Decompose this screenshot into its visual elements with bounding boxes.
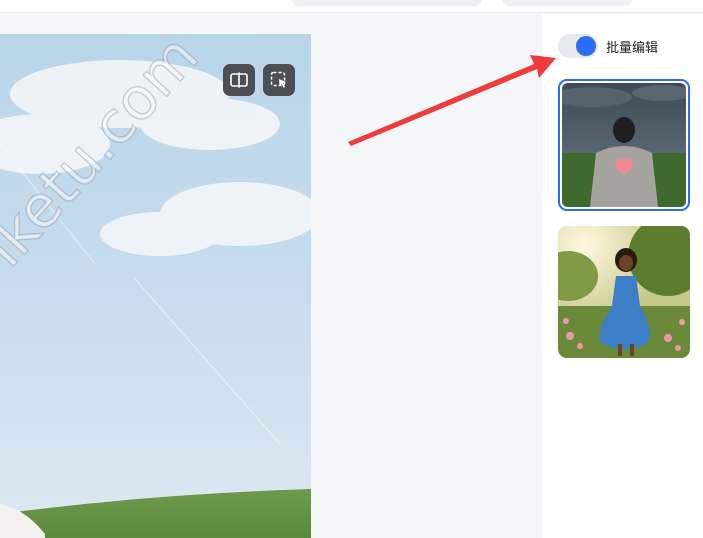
split-compare-icon (230, 72, 248, 88)
canvas-area: iketu.com (0, 14, 542, 538)
thumbnail-image-back-view (562, 83, 686, 207)
top-tab[interactable] (292, 0, 482, 6)
top-bar (0, 0, 703, 13)
thumbnail-image-woman-field (558, 226, 690, 358)
batch-edit-label: 批量编辑 (606, 40, 659, 56)
top-tab[interactable] (502, 0, 632, 6)
main-image: iketu.com (0, 34, 311, 538)
toggle-knob (576, 36, 596, 56)
batch-edit-toggle[interactable] (558, 34, 598, 58)
select-button[interactable] (263, 64, 295, 96)
cursor-select-icon (270, 71, 286, 88)
thumbnail[interactable] (558, 226, 690, 358)
thumbnail-selected[interactable] (558, 79, 690, 211)
batch-edit-row: 批量编辑 (558, 34, 658, 58)
sidebar: 批量编辑 (542, 14, 703, 538)
compare-button[interactable] (223, 64, 255, 96)
